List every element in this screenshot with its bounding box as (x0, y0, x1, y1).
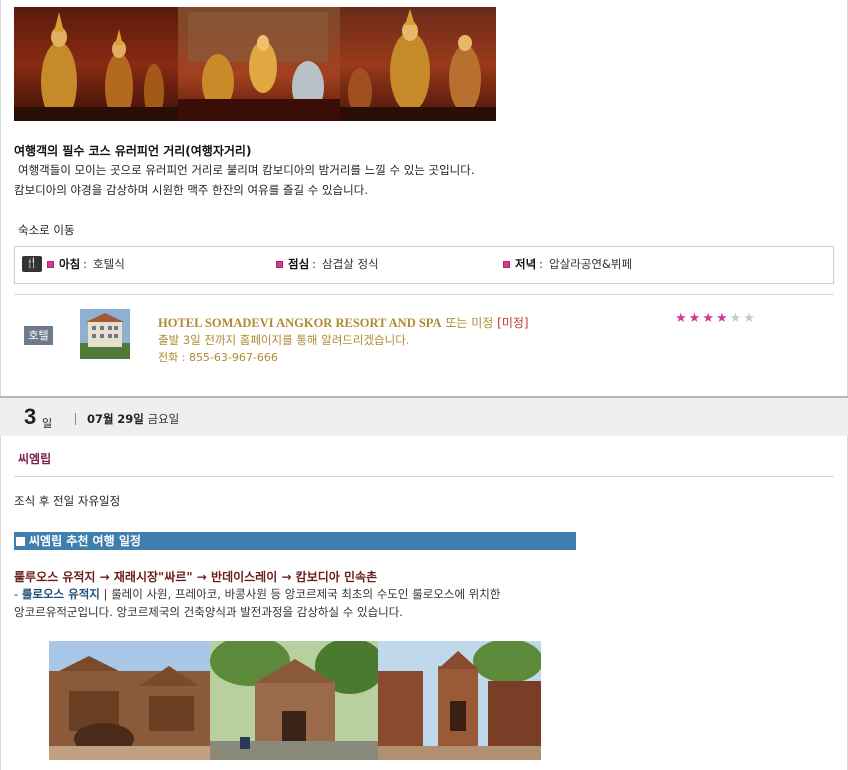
utensils-icon: 🍴 (22, 256, 42, 272)
apsara-dance-photo-2 (178, 7, 340, 121)
apsara-dance-photo-3 (340, 7, 496, 121)
meal-dinner: 저녁 : 압살라공연&뷔페 (503, 256, 632, 272)
colon: : (83, 257, 88, 271)
pub-street-title: 여행객의 필수 코스 유러피언 거리(여행자거리) (14, 144, 252, 158)
hotel-name-line: HOTEL SOMADEVI ANGKOR RESORT AND SPA 또는 … (158, 314, 529, 331)
hotel-badge: 호텔 (24, 326, 53, 345)
bullet-icon (47, 260, 54, 268)
breakfast-label: 아침 (59, 257, 81, 271)
colon: : (312, 257, 317, 271)
hotel-or-undecided: 또는 미정 (445, 316, 494, 330)
apsara-dance-photo-1 (14, 7, 178, 121)
day-header: 3 일 07월 29일 금요일 (0, 396, 848, 436)
day-separator (75, 413, 76, 425)
day-month: 07월 (87, 412, 114, 426)
temple-photo-3 (378, 641, 541, 760)
breakfast-value: 호텔식 (93, 257, 125, 271)
star-empty-icon: ★ (729, 311, 742, 326)
schedule-note: 조식 후 전일 자유일정 (14, 494, 121, 508)
dinner-value: 압살라공연&뷔페 (549, 257, 633, 271)
roluos-desc-2: 앙코르유적군입니다. 앙코르제국의 건축양식과 발전과정을 감상하실 수 있습니… (14, 605, 403, 619)
day-unit: 일 (42, 417, 53, 430)
hotel-phone: 전화 : 855-63-967-666 (158, 351, 278, 364)
meal-lunch: 점심 : 삼겹살 정식 (276, 256, 379, 272)
day-day: 29일 (117, 412, 144, 426)
lunch-label: 점심 (288, 257, 310, 271)
left-border (0, 0, 1, 770)
star-filled-icon: ★ (675, 311, 687, 326)
bullet-icon (503, 260, 510, 268)
day-number: 3 (24, 404, 37, 429)
day-weekday: 금요일 (147, 412, 180, 426)
divider (14, 476, 834, 477)
route-title: 룰루오스 유적지 → 재래시장"싸르" → 반데이스레이 → 캄보디아 민속촌 (14, 570, 378, 584)
pub-street-desc-1: 여행객들이 모이는 곳으로 유러피언 거리로 불리며 캄보디아의 밤거리를 느낄… (18, 163, 475, 177)
hotel-undecided-tag: [미정] (497, 316, 529, 330)
roluos-photo-strip (49, 641, 541, 760)
hotel-name[interactable]: HOTEL SOMADEVI ANGKOR RESORT AND SPA (158, 316, 442, 330)
star-empty-icon: ★ (743, 311, 755, 326)
roluos-desc-1: - 룰로오스 유적지 | 룰레이 사원, 프레아코, 바콩사원 등 앙코르제국 … (14, 586, 500, 602)
star-filled-icon: ★ (715, 311, 728, 326)
move-to-hotel: 숙소로 이동 (18, 223, 75, 237)
pub-street-desc-2: 캄보디아의 야경을 감상하며 시원한 맥주 한잔의 여유를 즐길 수 있습니다. (14, 183, 368, 197)
hotel-notice: 출발 3일 전까지 홈페이지를 통해 알려드리겠습니다. (158, 333, 410, 347)
city-name: 씨엠립 (18, 452, 52, 466)
star-filled-icon: ★ (688, 311, 701, 326)
square-icon (16, 537, 25, 546)
meal-box: 🍴 아침 : 호텔식 점심 : 삼겹살 정식 저녁 : 압살라공연&뷔페 (14, 246, 834, 284)
recommend-bar: 씨엠립 추천 여행 일정 (14, 532, 576, 550)
bullet-icon (276, 260, 283, 268)
recommend-title: 씨엠립 추천 여행 일정 (29, 534, 141, 548)
roluos-prefix: - (14, 587, 22, 601)
meal-breakfast: 🍴 아침 : 호텔식 (22, 256, 125, 272)
hotel-thumbnail[interactable] (80, 309, 130, 359)
hotel-rating-stars: ★ ★ ★ ★ ★ ★ (675, 311, 755, 326)
temple-photo-1 (49, 641, 210, 760)
dinner-label: 저녁 (515, 257, 537, 271)
star-filled-icon: ★ (702, 311, 714, 326)
lunch-value: 삼겹살 정식 (322, 257, 379, 271)
divider (14, 294, 834, 295)
temple-photo-2 (210, 641, 378, 760)
apsara-photo-strip (14, 7, 496, 121)
colon: : (539, 257, 544, 271)
roluos-desc-rest: | 룰레이 사원, 프레아코, 바콩사원 등 앙코르제국 최초의 수도인 룰로오… (99, 587, 501, 601)
day-date: 07월 29일 금요일 (87, 411, 179, 427)
roluos-name: 룰로오스 유적지 (21, 587, 100, 601)
